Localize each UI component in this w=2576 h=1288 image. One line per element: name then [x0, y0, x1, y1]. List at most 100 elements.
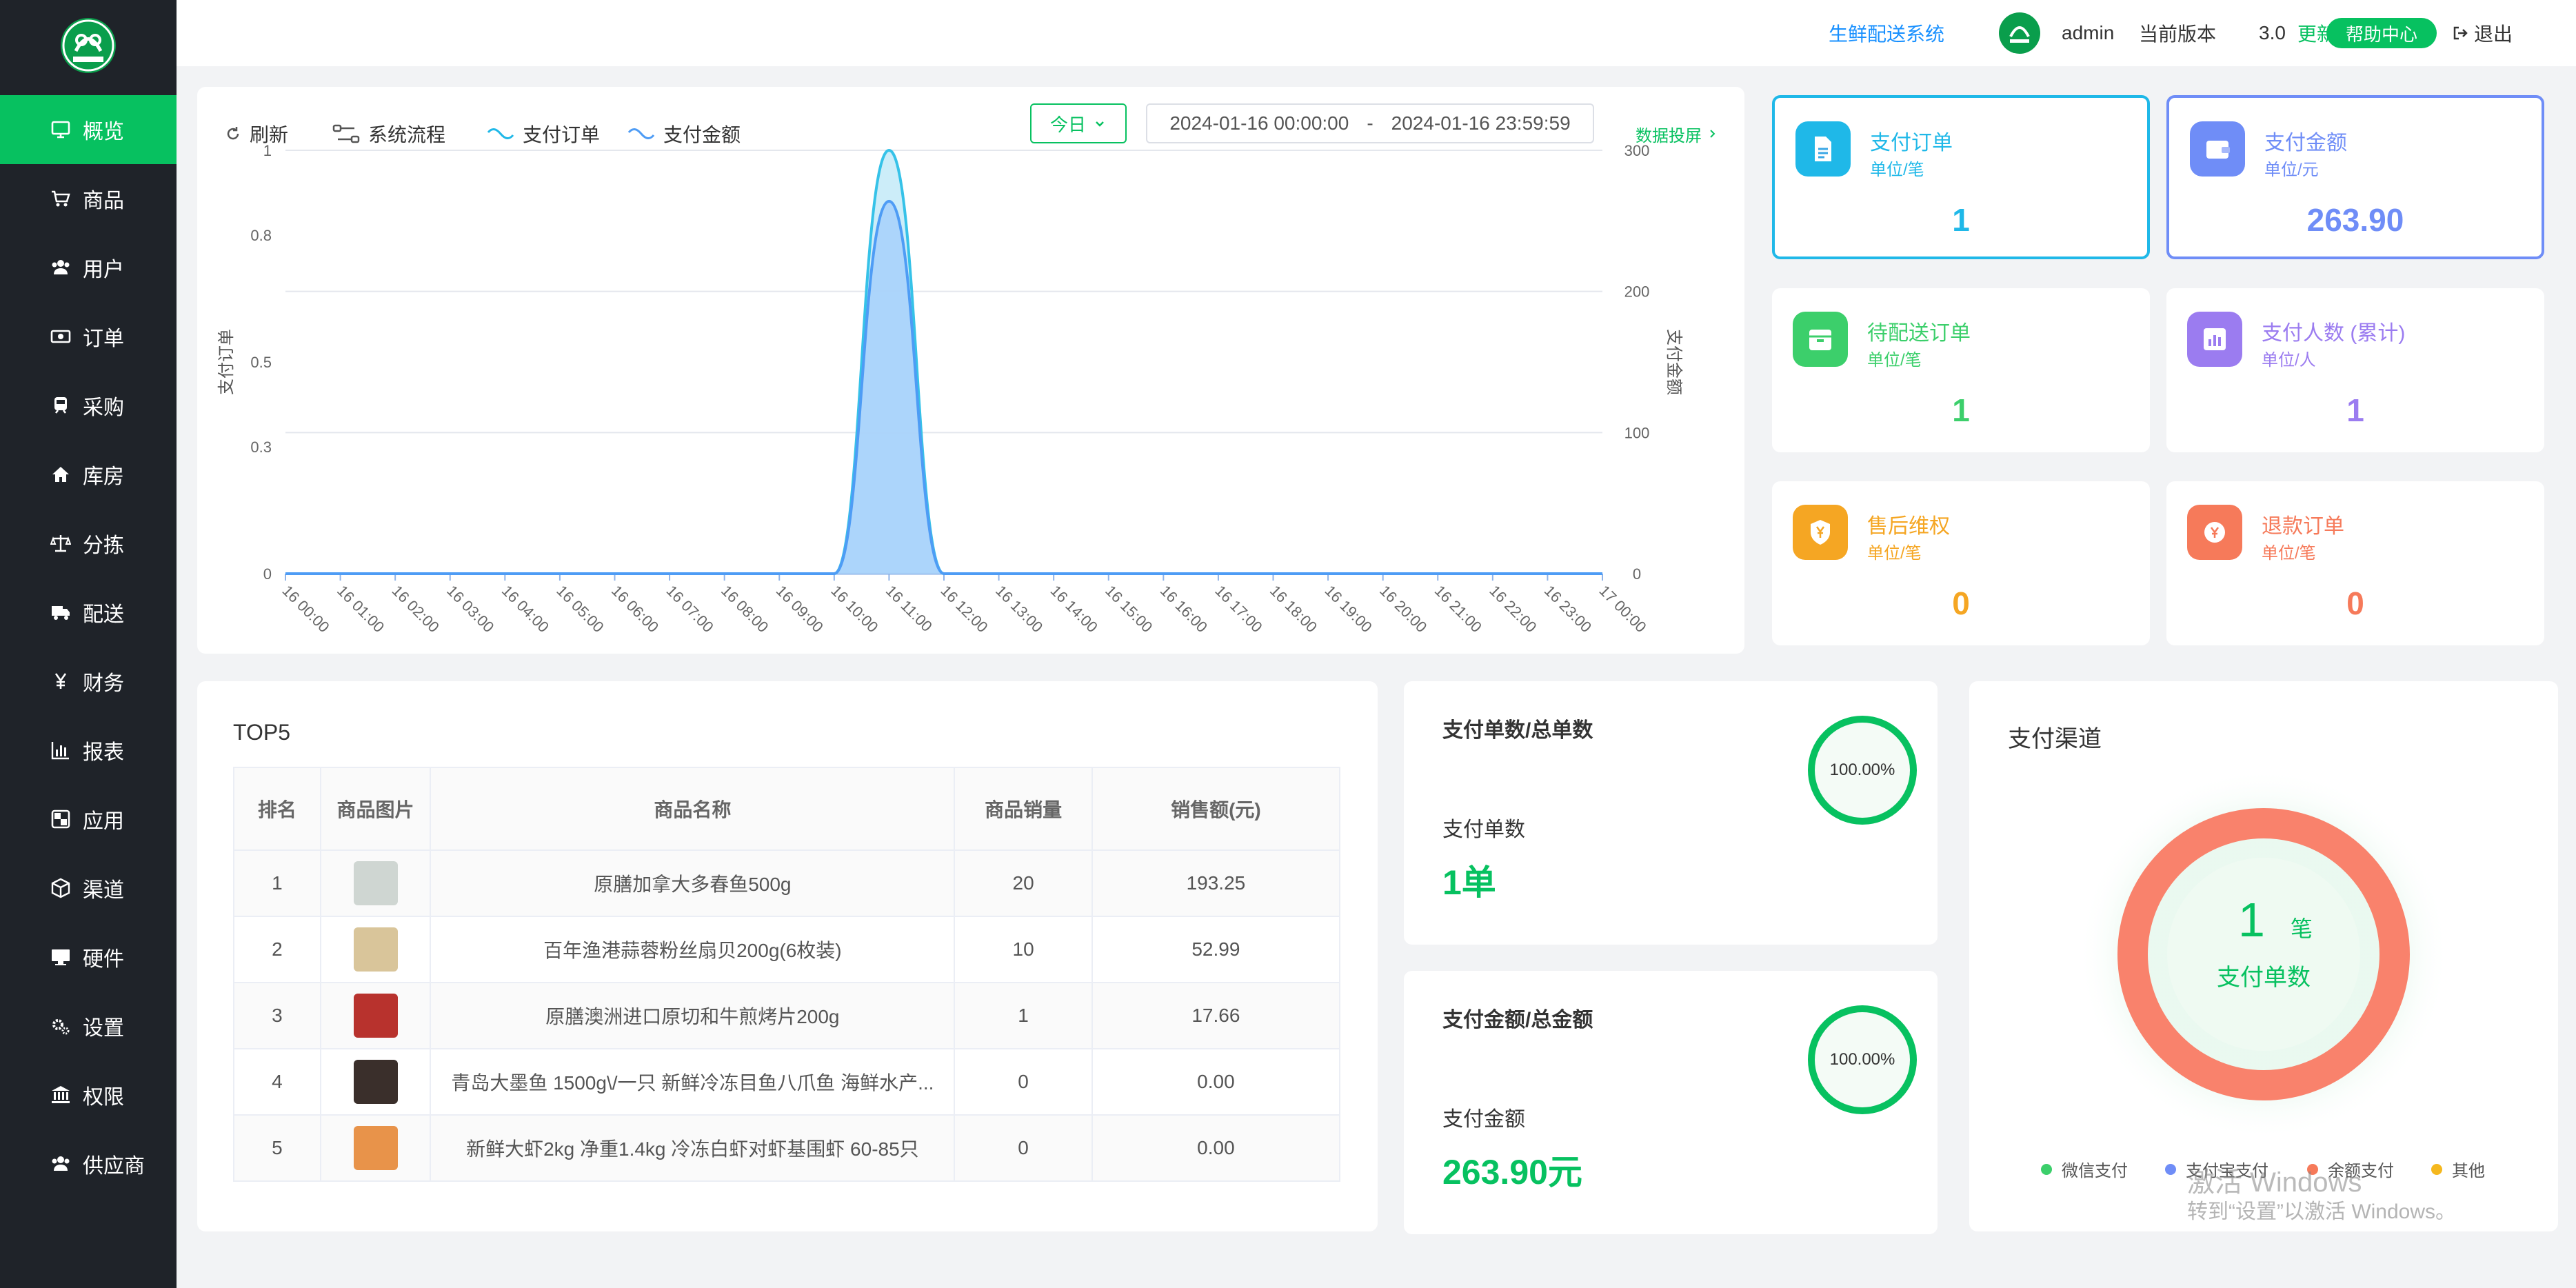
legend-orders[interactable]: 支付订单: [487, 113, 600, 154]
help-center-button[interactable]: 帮助中心: [2326, 18, 2437, 48]
legend-dot: [2041, 1163, 2052, 1175]
sidebar-item-7[interactable]: 配送: [0, 578, 177, 647]
stat-value: 263.90: [2306, 202, 2404, 238]
product-thumbnail[interactable]: [353, 927, 398, 972]
stat-unit: 单位/笔: [1867, 351, 1922, 370]
product-thumbnail[interactable]: [353, 1126, 398, 1170]
stat-unit: 单位/人: [2262, 351, 2316, 370]
document-icon: [1795, 121, 1851, 177]
system-name-link[interactable]: 生鲜配送系统: [1829, 0, 1944, 66]
sidebar-item-label: 供应商: [83, 1155, 145, 1178]
sidebar-item-2[interactable]: 用户: [0, 233, 177, 302]
avatar[interactable]: [1998, 12, 2041, 54]
series-orders-line: [285, 148, 1602, 576]
chevron-right-icon: [1710, 130, 1715, 138]
table-row[interactable]: 5 新鲜大虾2kg 净重1.4kg 冷冻白虾对虾基围虾 60-85只 0 0.00: [233, 1114, 1341, 1182]
logout-label: 退出: [2474, 23, 2513, 45]
legend-item[interactable]: 其他: [2431, 1157, 2485, 1181]
users-icon: [48, 255, 73, 280]
username[interactable]: admin: [2062, 0, 2114, 66]
sidebar-item-4[interactable]: 采购: [0, 371, 177, 440]
sidebar-item-5[interactable]: 库房: [0, 440, 177, 509]
column-header: 销售额(元): [1091, 767, 1341, 851]
sidebar-item-label: 分拣: [83, 534, 124, 557]
x-tick-label: 17 00:00: [1596, 582, 1649, 636]
trend-chart: 010020030000.30.50.81支付订单 支付金额16 00:00 16 …: [217, 142, 1683, 636]
date-preset-select[interactable]: 今日: [1030, 103, 1127, 143]
system-flow-button[interactable]: 系统流程: [332, 113, 445, 154]
series-amount-area: [285, 201, 1602, 574]
stat-value: 0: [1952, 585, 1970, 621]
product-thumbnail[interactable]: [353, 1060, 398, 1104]
product-thumbnail[interactable]: [353, 994, 398, 1038]
sidebar-item-13[interactable]: 设置: [0, 992, 177, 1060]
sidebar-item-label: 库房: [83, 465, 124, 488]
pay-channel-unit: 笔: [2291, 916, 2313, 941]
stat-card-2[interactable]: 待配送订单 单位/笔 1: [1772, 288, 2150, 452]
bar-chart-icon: [48, 738, 73, 763]
amount-cell: 193.25: [1091, 849, 1341, 917]
sidebar-item-1[interactable]: 商品: [0, 164, 177, 233]
table-row[interactable]: 1 原膳加拿大多春鱼500g 20 193.25: [233, 849, 1341, 917]
qty-cell: 20: [954, 849, 1093, 917]
x-tick-label: 16 20:00: [1376, 582, 1430, 636]
refresh-button[interactable]: 刷新: [225, 113, 288, 154]
sidebar-item-label: 用户: [83, 259, 124, 281]
sidebar-item-3[interactable]: 订单: [0, 302, 177, 371]
legend-dot: [2431, 1163, 2442, 1175]
top5-title: TOP5: [233, 720, 290, 745]
table-row[interactable]: 2 百年渔港蒜蓉粉丝扇贝200g(6枚装) 10 52.99: [233, 916, 1341, 983]
y-right-tick: 0: [1633, 565, 1641, 583]
x-tick-label: 16 15:00: [1102, 582, 1156, 636]
legend-amount[interactable]: 支付金额: [627, 113, 741, 154]
train-icon: [48, 393, 73, 418]
pay-channel-card: 支付渠道 1 笔 支付单数 微信支付 支付宝支付 余额支付 其他: [1969, 681, 2558, 1231]
windows-activation-hint: 转到“设置”以激活 Windows。: [2187, 1200, 2457, 1223]
data-screen-label: 数据投屏: [1636, 126, 1702, 145]
logout-icon: [2453, 26, 2468, 40]
gears-icon: [48, 1014, 73, 1038]
stat-card-3[interactable]: 支付人数 (累计) 单位/人 1: [2166, 288, 2544, 452]
sidebar-item-label: 渠道: [83, 879, 124, 902]
data-screen-link[interactable]: 数据投屏: [1636, 113, 1718, 154]
date-preset-label: 今日: [1049, 114, 1086, 135]
x-tick-label: 16 01:00: [334, 582, 388, 636]
x-tick-label: 16 10:00: [827, 582, 881, 636]
sidebar-item-12[interactable]: 硬件: [0, 923, 177, 992]
sidebar-item-15[interactable]: 供应商: [0, 1129, 177, 1198]
pay-channel-count: 1: [2238, 893, 2265, 947]
truck-icon: [48, 600, 73, 625]
x-tick-label: 16 02:00: [389, 582, 443, 636]
legend-dot: [2165, 1163, 2176, 1175]
sidebar-item-label: 财务: [83, 672, 124, 695]
x-tick-label: 16 18:00: [1267, 582, 1320, 636]
sidebar-item-11[interactable]: 渠道: [0, 854, 177, 923]
money-icon: [48, 324, 73, 349]
sidebar-item-label: 商品: [83, 190, 124, 212]
logout-button[interactable]: 退出: [2452, 0, 2513, 66]
product-thumbnail[interactable]: [353, 861, 398, 905]
legend-item[interactable]: 微信支付: [2041, 1157, 2128, 1181]
stat-card-1[interactable]: 支付金额 单位/元 263.90: [2166, 95, 2544, 259]
sidebar-item-14[interactable]: 权限: [0, 1060, 177, 1129]
stat-card-4[interactable]: 售后维权 单位/笔 0: [1772, 481, 2150, 645]
yen-icon: [48, 669, 73, 694]
stat-card-5[interactable]: 退款订单 单位/笔 0: [2166, 481, 2544, 645]
stat-card-0[interactable]: 支付订单 单位/笔 1: [1772, 95, 2150, 259]
stat-title: 支付订单: [1870, 132, 1953, 154]
pay-channel-donut: [2077, 768, 2450, 1140]
table-row[interactable]: 3 原膳澳洲进口原切和牛煎烤片200g 1 17.66: [233, 982, 1341, 1049]
x-tick-label: 16 14:00: [1047, 582, 1101, 636]
table-row[interactable]: 4 青岛大墨鱼 1500g\/一只 新鲜冷冻目鱼八爪鱼 海鲜水产... 0 0.00: [233, 1048, 1341, 1116]
sidebar-item-10[interactable]: 应用: [0, 785, 177, 854]
x-tick-label: 16 00:00: [279, 582, 332, 636]
y-left-label: 支付订单: [217, 329, 236, 395]
column-header: 商品名称: [430, 767, 956, 851]
brand-logo-icon[interactable]: [55, 17, 121, 76]
x-tick-label: 16 05:00: [553, 582, 607, 636]
sidebar-item-0[interactable]: 概览: [0, 95, 177, 164]
sidebar-item-8[interactable]: 财务: [0, 647, 177, 716]
sidebar-item-6[interactable]: 分拣: [0, 509, 177, 578]
sidebar-item-9[interactable]: 报表: [0, 716, 177, 785]
date-range-picker[interactable]: 2024-01-16 00:00:00 - 2024-01-16 23:59:5…: [1146, 103, 1594, 143]
